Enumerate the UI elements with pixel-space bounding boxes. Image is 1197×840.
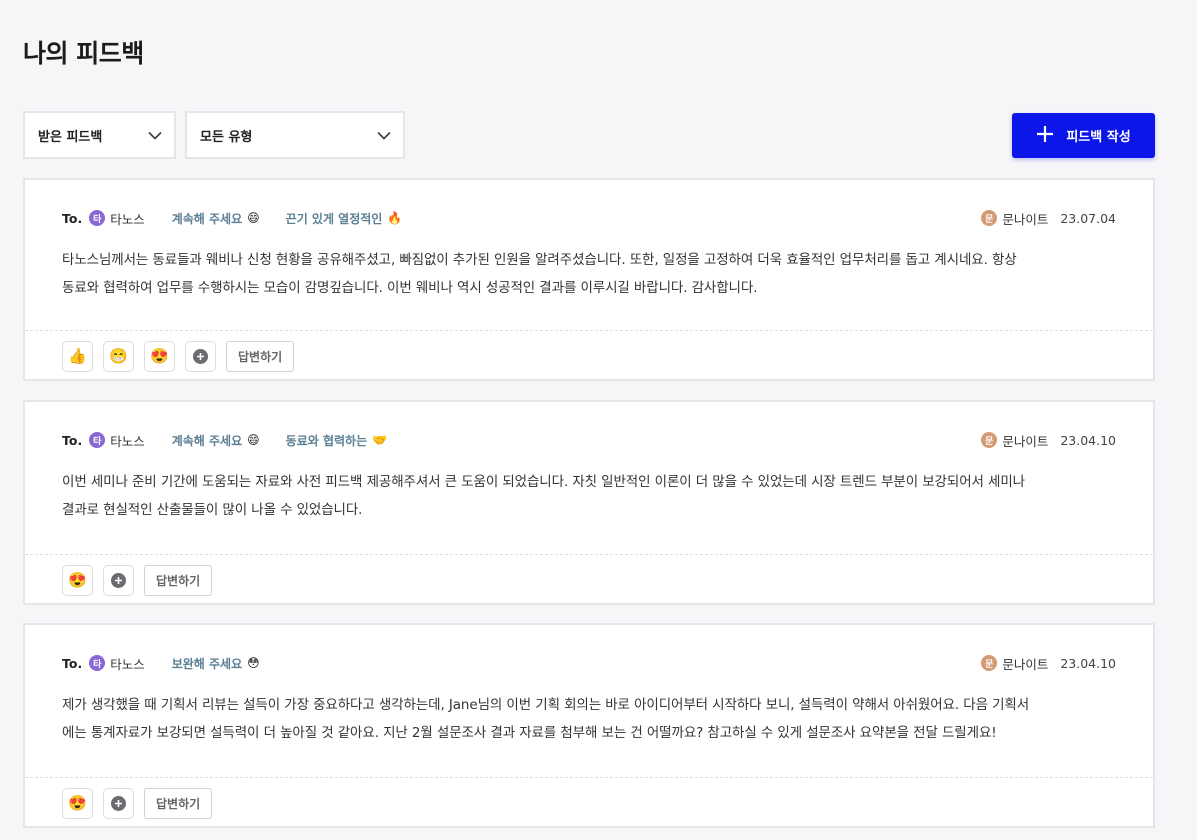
feedback-body-line: 에는 통계자료가 보강되면 설득력이 더 높아질 것 같아요. 지난 2월 설문… — [62, 725, 997, 741]
feedback-tag: 보완해 주세요 — [171, 656, 243, 671]
tag-emoji-icon: 😄 — [247, 211, 260, 225]
author-info: 문 문나이트 23.04.10 — [981, 654, 1116, 673]
feedback-tag: 동료와 협력하는 — [285, 433, 368, 448]
tag-emoji-icon: 🔥 — [387, 211, 403, 225]
reaction-button[interactable]: 😁 — [103, 340, 134, 372]
feedback-header: To. 타 타노스 계속해 주세요 😄 동료와 협력하는 🤝 문 문나이트 23.04… — [62, 430, 1116, 450]
chevron-down-icon — [148, 128, 162, 142]
reaction-button[interactable]: 👍 — [62, 340, 93, 372]
feedback-card: To. 타 타노스 계속해 주세요 😄 끈기 있게 열정적인 🔥 문 문나이트 23.… — [23, 178, 1155, 381]
feedback-body-line: 타노스님께서는 동료들과 웨비나 신청 현황을 공유해주셨고, 빠짐없이 추가된… — [62, 252, 1017, 268]
feedback-header: To. 타 타노스 계속해 주세요 😄 끈기 있게 열정적인 🔥 문 문나이트 23.… — [62, 208, 1116, 228]
feedback-actions: 👍 😁 😍 답변하기 — [62, 340, 295, 372]
author-name: 문나이트 — [1002, 211, 1049, 227]
feedback-tag: 계속해 주세요 — [171, 433, 243, 448]
reply-button[interactable]: 답변하기 — [226, 340, 295, 372]
recipient-name: 타노스 — [110, 211, 145, 227]
reaction-button[interactable]: 😍 — [144, 340, 175, 372]
feedback-body-line: 제가 생각했을 때 기획서 리뷰는 설득이 가장 중요하다고 생각하는데, Ja… — [62, 697, 1030, 713]
reply-button[interactable]: 답변하기 — [144, 787, 213, 819]
feedback-card: To. 타 타노스 계속해 주세요 😄 동료와 협력하는 🤝 문 문나이트 23.04… — [23, 400, 1155, 605]
recipient-avatar: 타 — [89, 210, 106, 226]
feedback-body-line: 동료와 협력하여 업무를 수행하시는 모습이 감명깊습니다. 이번 웨비나 역시… — [62, 280, 758, 296]
feedback-body-line: 결과로 현실적인 산출물들이 많이 나올 수 있었습니다. — [62, 502, 363, 518]
recipient-name: 타노스 — [110, 656, 145, 672]
feedback-body: 타노스님께서는 동료들과 웨비나 신청 현황을 공유해주셨고, 빠짐없이 추가된… — [62, 246, 1123, 302]
add-reaction-icon — [111, 795, 126, 811]
recipient-avatar: 타 — [89, 432, 106, 448]
type-filter-value: 모든 유형 — [200, 129, 253, 145]
direction-filter-select[interactable]: 받은 피드백 — [23, 111, 176, 159]
reaction-button[interactable]: 😍 — [62, 564, 93, 596]
divider — [25, 777, 1153, 778]
tag-emoji-icon: 🤝 — [372, 433, 388, 447]
author-avatar: 문 — [981, 210, 998, 226]
add-reaction-icon — [111, 572, 126, 588]
feedback-date: 23.04.10 — [1060, 432, 1116, 448]
feedback-tag: 계속해 주세요 — [171, 211, 243, 226]
author-avatar: 문 — [981, 432, 998, 448]
feedback-actions: 😍 답변하기 — [62, 564, 213, 596]
feedback-date: 23.07.04 — [1060, 210, 1116, 226]
direction-filter-value: 받은 피드백 — [38, 129, 103, 145]
reply-button[interactable]: 답변하기 — [144, 564, 213, 596]
page-title: 나의 피드백 — [23, 39, 144, 68]
to-label: To. — [62, 210, 83, 226]
add-reaction-button[interactable] — [103, 787, 134, 819]
type-filter-select[interactable]: 모든 유형 — [185, 111, 405, 159]
add-reaction-icon — [193, 348, 208, 364]
write-feedback-button[interactable]: 피드백 작성 — [1012, 113, 1155, 158]
feedback-body-line: 이번 세미나 준비 기간에 도움되는 자료와 사전 피드백 제공해주셔서 큰 도… — [62, 474, 1025, 490]
feedback-card: To. 타 타노스 보완해 주세요 😳 문 문나이트 23.04.10 제가 생각… — [23, 623, 1155, 828]
write-feedback-label: 피드백 작성 — [1066, 130, 1131, 145]
recipient-avatar: 타 — [89, 655, 106, 671]
author-name: 문나이트 — [1002, 433, 1049, 449]
recipient-name: 타노스 — [110, 433, 145, 449]
chevron-down-icon — [377, 128, 391, 142]
feedback-header: To. 타 타노스 보완해 주세요 😳 문 문나이트 23.04.10 — [62, 653, 1116, 673]
author-name: 문나이트 — [1002, 656, 1049, 672]
tag-emoji-icon: 😳 — [247, 656, 260, 670]
divider — [25, 554, 1153, 555]
author-info: 문 문나이트 23.07.04 — [981, 209, 1116, 228]
feedback-date: 23.04.10 — [1060, 655, 1116, 671]
add-reaction-button[interactable] — [185, 340, 216, 372]
feedback-body: 이번 세미나 준비 기간에 도움되는 자료와 사전 피드백 제공해주셔서 큰 도… — [62, 468, 1123, 524]
feedback-actions: 😍 답변하기 — [62, 787, 213, 819]
to-label: To. — [62, 432, 83, 448]
reaction-button[interactable]: 😍 — [62, 787, 93, 819]
plus-icon — [1036, 122, 1054, 148]
author-avatar: 문 — [981, 655, 998, 671]
feedback-tag: 끈기 있게 열정적인 — [285, 211, 383, 226]
feedback-body: 제가 생각했을 때 기획서 리뷰는 설득이 가장 중요하다고 생각하는데, Ja… — [62, 691, 1123, 747]
to-label: To. — [62, 655, 83, 671]
tag-emoji-icon: 😄 — [247, 433, 260, 447]
divider — [25, 330, 1153, 331]
author-info: 문 문나이트 23.04.10 — [981, 431, 1116, 450]
add-reaction-button[interactable] — [103, 564, 134, 596]
